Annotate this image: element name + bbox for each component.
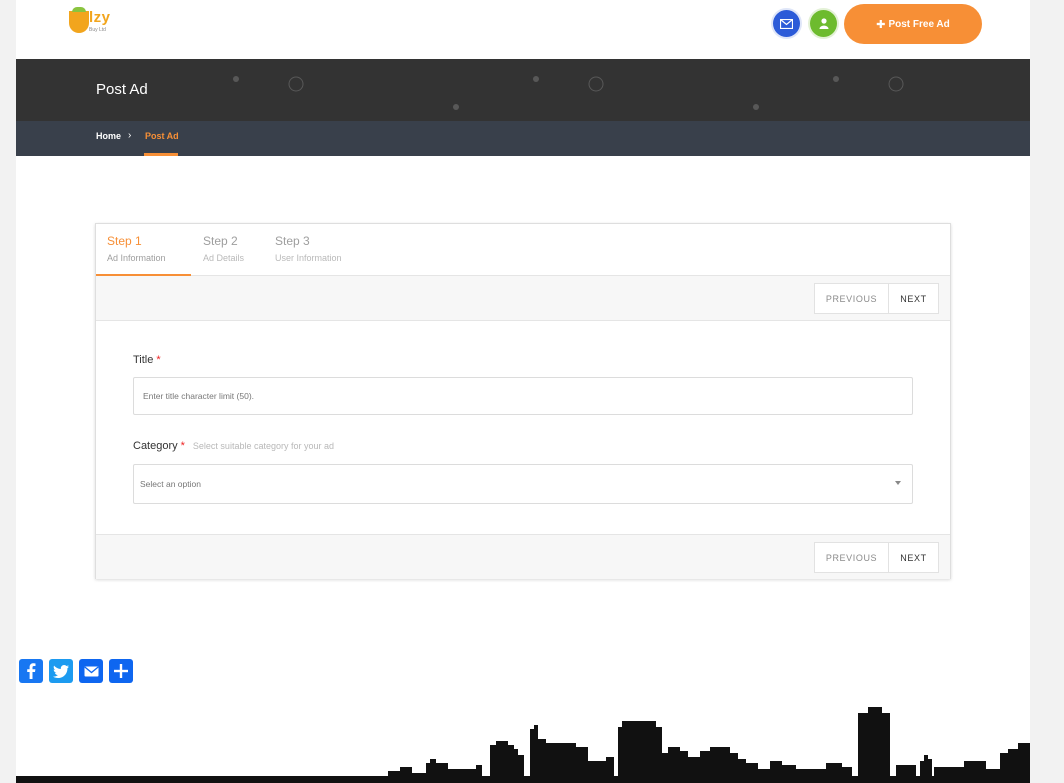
breadcrumb-home-link[interactable]: Home [96, 131, 121, 141]
category-select[interactable]: Select an option [133, 464, 913, 504]
twitter-share-button[interactable] [49, 659, 73, 683]
title-label: Title * [133, 354, 161, 366]
page-banner: Post Ad [16, 59, 1030, 121]
top-header: lzy Buy Ltd ✚ Post Free Ad [16, 0, 1030, 59]
post-free-ad-button[interactable]: ✚ Post Free Ad [844, 4, 982, 44]
required-marker: * [156, 354, 161, 366]
email-share-button[interactable] [79, 659, 103, 683]
category-label: Category * Select suitable category for yo… [133, 440, 334, 452]
category-hint: Select suitable category for your ad [192, 441, 334, 451]
step-3-tab[interactable]: Step 3 User Information [275, 234, 342, 263]
step-subtitle: User Information [275, 253, 342, 263]
step-subtitle: Ad Information [107, 253, 166, 263]
facebook-share-button[interactable] [19, 659, 43, 683]
banner-pattern [233, 76, 904, 110]
required-marker: * [180, 440, 185, 452]
page: lzy Buy Ltd ✚ Post Free Ad Post Ad Home … [16, 0, 1030, 783]
logo-cup-icon [69, 7, 89, 33]
step-subtitle: Ad Details [203, 253, 245, 263]
wizard-nav-top: PREVIOUS NEXT [96, 276, 950, 321]
post-ad-wizard: Step 1 Ad Information Step 2 Ad Details … [95, 223, 951, 579]
account-button[interactable] [810, 10, 837, 37]
step-title: Step 1 [107, 234, 142, 248]
chevron-down-icon [895, 481, 901, 485]
envelope-icon [780, 18, 793, 29]
messages-button[interactable] [773, 10, 800, 37]
twitter-icon [53, 664, 69, 678]
breadcrumb-separator: › [128, 130, 132, 141]
title-label-text: Title [133, 354, 154, 366]
step-1-tab[interactable]: Step 1 Ad Information [107, 234, 166, 263]
post-free-ad-label: Post Free Ad [888, 18, 950, 30]
step-2-tab[interactable]: Step 2 Ad Details [203, 234, 244, 263]
step-title: Step 3 [275, 234, 310, 248]
breadcrumb-current: Post Ad [145, 131, 179, 141]
category-label-text: Category [133, 440, 178, 452]
category-selected-value: Select an option [140, 479, 201, 489]
logo-subtitle: Buy Ltd [89, 27, 106, 33]
facebook-icon [27, 663, 36, 679]
title-input[interactable]: Enter title character limit (50). [133, 377, 913, 415]
previous-button[interactable]: PREVIOUS [814, 283, 889, 314]
step-title: Step 2 [203, 234, 238, 248]
next-button[interactable]: NEXT [888, 283, 939, 314]
next-button[interactable]: NEXT [888, 542, 939, 573]
wizard-nav-bottom: PREVIOUS NEXT [96, 534, 950, 579]
city-skyline-illustration [16, 707, 1030, 783]
previous-button[interactable]: PREVIOUS [814, 542, 889, 573]
share-icon [114, 664, 128, 678]
breadcrumb: Home › Post Ad [16, 121, 1030, 156]
site-logo[interactable]: lzy Buy Ltd [69, 7, 119, 37]
user-icon [819, 18, 828, 29]
page-title: Post Ad [96, 81, 148, 98]
wizard-steps: Step 1 Ad Information Step 2 Ad Details … [96, 224, 950, 276]
plus-icon: ✚ [876, 18, 886, 31]
email-icon [83, 665, 99, 676]
share-more-button[interactable] [109, 659, 133, 683]
breadcrumb-active-underline [144, 153, 178, 156]
logo-word: lzy [89, 9, 111, 26]
social-share-bar [19, 659, 133, 683]
